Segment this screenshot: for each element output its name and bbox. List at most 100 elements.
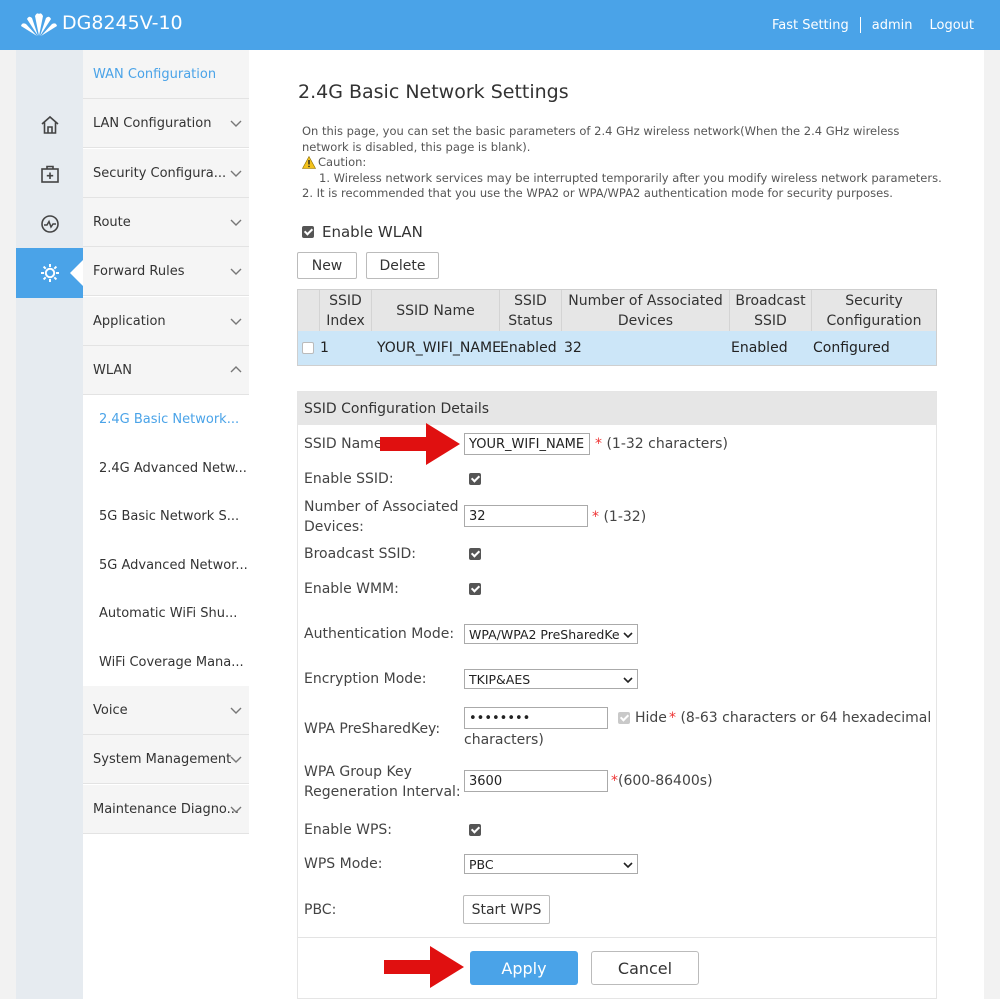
arrow-right-icon [384,946,464,988]
gear-icon [40,264,59,282]
encryption-mode-select[interactable]: TKIP&AES [464,669,638,689]
delete-button[interactable]: Delete [366,252,439,279]
submenu-24g-advanced[interactable]: 2.4G Advanced Netw... [83,444,249,493]
enable-wps-checkbox[interactable] [469,824,481,836]
associated-devices-hint-text: (1-32) [603,509,647,525]
chevron-down-icon [230,268,242,275]
wps-mode-value: PBC [469,856,494,872]
menu-label: Maintenance Diagno... [93,801,240,817]
pbc-label: PBC: [304,902,337,918]
psk-input[interactable]: •••••••• [464,707,608,729]
encryption-mode-value: TKIP&AES [469,671,531,687]
caution-note-2: 2. It is recommended that you use the WP… [302,186,893,200]
ssid-table: SSID Index SSID Name SSID Status Number … [297,289,937,366]
first-aid-icon [40,165,59,183]
menu-wan-configuration[interactable]: WAN Configuration [83,50,249,99]
menu-label: Forward Rules [93,263,185,279]
group-key-interval-hint: *(600-86400s) [611,773,713,789]
nav-first-aid[interactable] [16,149,83,199]
nav-status[interactable] [16,199,83,249]
cell-ssid-index: 1 [320,340,329,356]
chevron-down-icon [230,707,242,714]
enable-ssid-label: Enable SSID: [304,471,394,487]
enable-wlan-checkbox[interactable] [302,226,314,238]
chevron-down-icon [230,120,242,127]
submenu-24g-basic[interactable]: 2.4G Basic Network... [83,395,249,444]
main-panel: 2.4G Basic Network Settings On this page… [249,50,984,999]
submenu-label: 5G Basic Network S... [99,509,240,524]
psk-hint-text: (8-63 characters or 64 hexadecimal [680,710,932,726]
menu-label: WLAN [93,362,133,378]
menu-forward-rules[interactable]: Forward Rules [83,247,249,296]
caution-line: Caution: [302,155,942,171]
authentication-mode-label: Authentication Mode: [304,626,455,642]
submenu-wifi-coverage[interactable]: WiFi Coverage Mana... [83,638,249,687]
enable-ssid-checkbox[interactable] [469,473,481,485]
submenu-5g-basic[interactable]: 5G Basic Network S... [83,492,249,541]
page-title: 2.4G Basic Network Settings [298,81,569,103]
enable-wlan-row: Enable WLAN [302,223,423,241]
menu-label: Route [93,214,131,230]
menu-route[interactable]: Route [83,198,249,247]
page-description: On this page, you can set the basic para… [302,124,942,202]
chevron-down-icon [623,632,633,639]
cancel-button[interactable]: Cancel [591,951,699,985]
psk-label: WPA PreSharedKey: [304,721,441,737]
warning-icon [302,156,316,170]
nav-settings[interactable] [16,248,83,298]
user-name-link[interactable]: admin [872,18,913,33]
enable-wps-label: Enable WPS: [304,822,393,838]
encryption-mode-label: Encryption Mode: [304,671,427,687]
menu-application[interactable]: Application [83,297,249,346]
top-header: DG8245V-10 Fast Setting admin Logout [0,0,1000,50]
authentication-mode-select[interactable]: WPA/WPA2 PreSharedKe [464,624,638,644]
submenu-label: 2.4G Advanced Netw... [99,461,247,476]
chevron-up-icon [230,366,242,373]
menu-label: System Management [93,751,232,767]
menu-maintenance-diagnosis[interactable]: Maintenance Diagno... [83,785,249,834]
menu-wlan[interactable]: WLAN [83,346,249,395]
wps-mode-select[interactable]: PBC [464,854,638,874]
menu-system-management[interactable]: System Management [83,735,249,784]
menu-label: Voice [93,702,128,718]
authentication-mode-value: WPA/WPA2 PreSharedKe [469,626,620,642]
new-button[interactable]: New [297,252,357,279]
group-key-interval-label: WPA Group Key Regeneration Interval: [304,764,461,800]
logout-link[interactable]: Logout [929,18,974,33]
menu-label: Security Configura... [93,165,227,181]
menu-label: WAN Configuration [93,66,217,82]
broadcast-ssid-checkbox[interactable] [469,548,481,560]
ssid-name-hint: * (1-32 characters) [595,436,728,452]
hide-psk-checkbox[interactable] [618,712,630,724]
menu-lan-configuration[interactable]: LAN Configuration [83,99,249,148]
chevron-down-icon [623,862,633,869]
cell-security-configuration: Configured [813,340,890,356]
row-checkbox[interactable] [302,342,314,354]
cell-broadcast-ssid: Enabled [731,340,788,356]
chevron-down-icon [230,806,242,813]
start-wps-button[interactable]: Start WPS [463,895,550,924]
submenu-automatic-wifi-shutdown[interactable]: Automatic WiFi Shu... [83,589,249,638]
icon-sidebar [16,50,83,999]
menu-voice[interactable]: Voice [83,686,249,735]
nav-home[interactable] [16,100,83,150]
apply-button[interactable]: Apply [470,951,578,985]
submenu-5g-advanced[interactable]: 5G Advanced Networ... [83,541,249,590]
enable-wlan-label: Enable WLAN [322,223,423,241]
gauge-icon [40,215,59,233]
group-key-interval-input[interactable]: 3600 [464,770,608,792]
table-header-associated-devices: Number of Associated Devices [562,290,730,331]
table-header-broadcast-ssid: Broadcast SSID [730,290,812,331]
chevron-down-icon [230,170,242,177]
associated-devices-input[interactable]: 32 [464,505,588,527]
menu-label: LAN Configuration [93,115,212,131]
enable-wmm-checkbox[interactable] [469,583,481,595]
home-icon [40,115,59,134]
ssid-name-input[interactable]: YOUR_WIFI_NAME [464,433,590,455]
menu-security-configuration[interactable]: Security Configura... [83,149,249,198]
chevron-down-icon [230,756,242,763]
fast-setting-link[interactable]: Fast Setting [772,18,849,33]
group-key-interval-hint-text: (600-86400s) [618,773,713,789]
table-row[interactable]: 1 YOUR_WIFI_NAME Enabled 32 Enabled Conf… [298,331,936,365]
associated-devices-hint: * (1-32) [592,509,647,525]
